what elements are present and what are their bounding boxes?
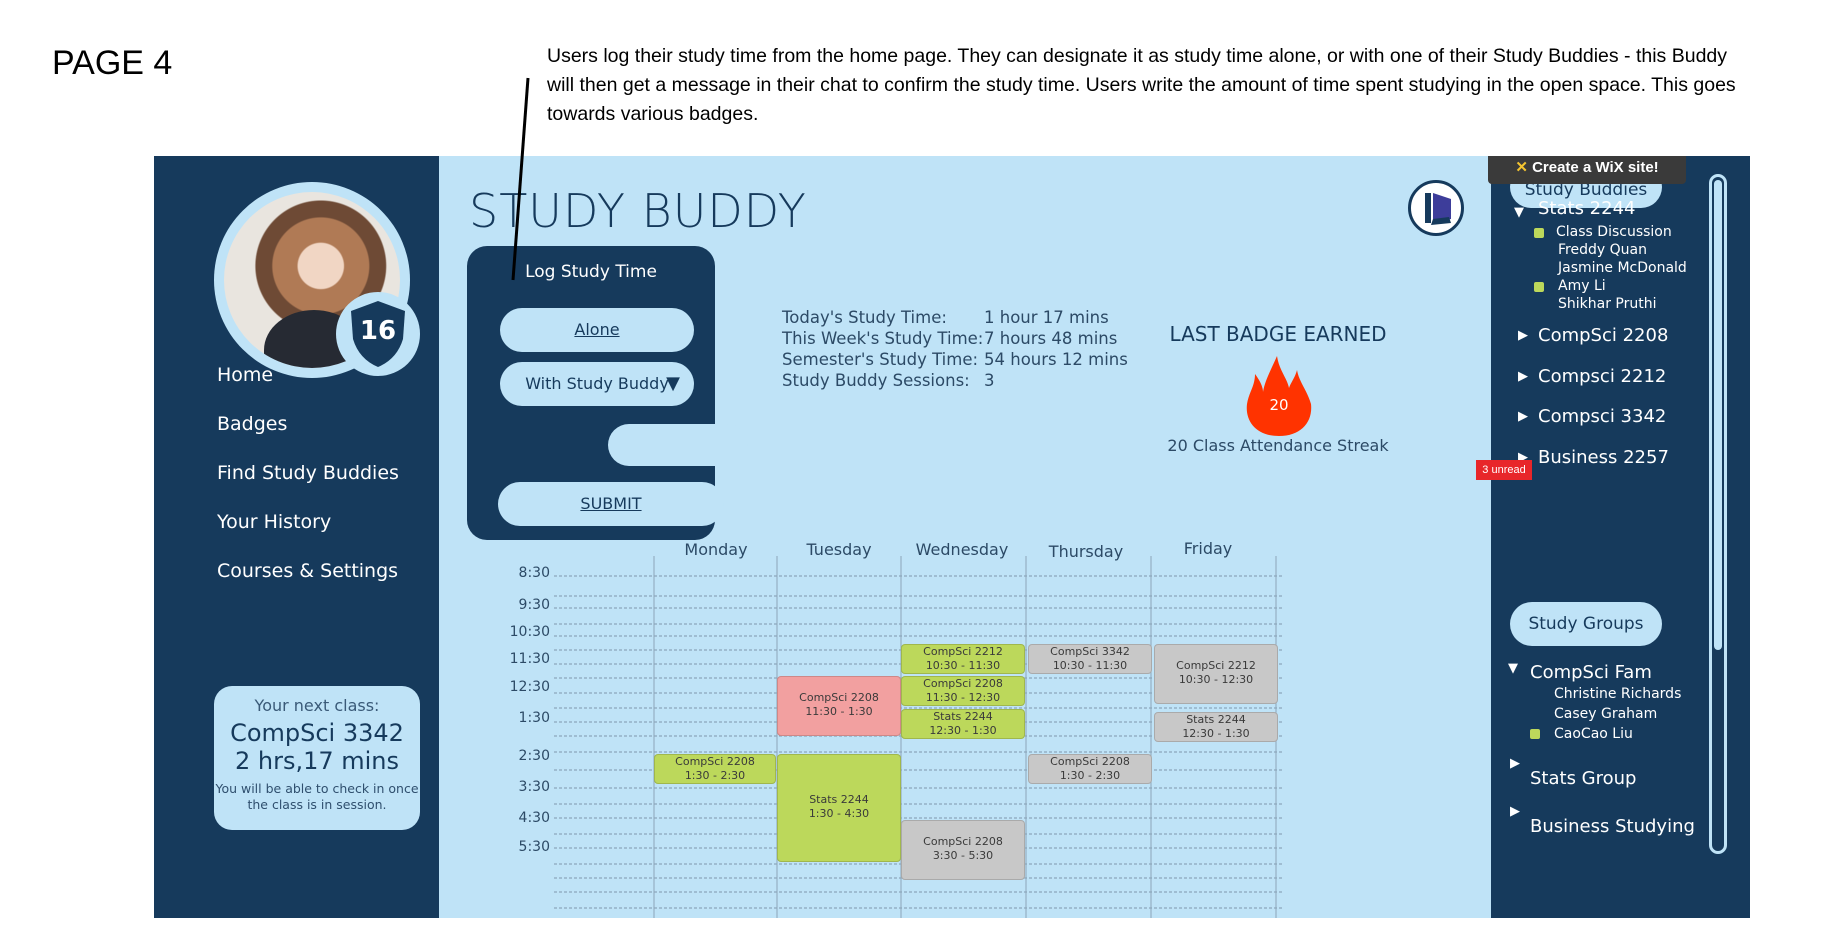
submit-button[interactable]: SUBMIT [498, 482, 724, 526]
group-member[interactable]: Casey Graham [1554, 706, 1657, 722]
x-icon: ✕ [1515, 159, 1533, 176]
caret-down-icon[interactable]: ▼ [1508, 661, 1518, 676]
buddy-group-compsci-2212[interactable]: Compsci 2212 [1538, 366, 1666, 387]
buddy-group-compsci-2208[interactable]: CompSci 2208 [1538, 325, 1668, 346]
time-label: 1:30 [518, 710, 550, 726]
calendar-event[interactable]: Stats 2244 1:30 - 4:30 [777, 754, 901, 862]
study-time-input[interactable] [608, 424, 748, 466]
badge-heading: LAST BADGE EARNED [1169, 322, 1387, 346]
time-label: 10:30 [509, 624, 550, 640]
buddy-group-compsci-3342[interactable]: Compsci 3342 [1538, 406, 1666, 427]
stat-value: 3 [984, 371, 995, 390]
stat-label: Study Buddy Sessions: [782, 371, 970, 390]
online-dot [1534, 282, 1544, 292]
calendar-event[interactable]: CompSci 2212 10:30 - 12:30 [1154, 644, 1278, 704]
calendar-event[interactable]: CompSci 2208 3:30 - 5:30 [901, 820, 1025, 880]
caret-down-icon[interactable]: ▼ [1514, 205, 1524, 220]
caret-right-icon[interactable]: ▶ [1510, 804, 1520, 819]
scrollbar-thumb[interactable] [1714, 180, 1722, 650]
day-label: Wednesday [915, 540, 1009, 559]
time-label: 12:30 [509, 679, 550, 695]
buddy-member[interactable]: Amy Li [1558, 278, 1606, 294]
day-label: Friday [1183, 539, 1233, 558]
calendar-event[interactable]: CompSci 2208 11:30 - 1:30 [777, 676, 901, 736]
page-label: PAGE 4 [52, 44, 173, 82]
buddy-member[interactable]: Class Discussion [1556, 224, 1672, 240]
calendar-event[interactable]: CompSci 2208 11:30 - 12:30 [901, 676, 1025, 706]
time-label: 4:30 [518, 810, 550, 826]
online-dot [1534, 228, 1544, 238]
study-group-compsci-fam[interactable]: CompSci Fam [1530, 662, 1652, 683]
app-window: 16 Home Badges Find Study Buddies Your H… [154, 156, 1750, 918]
buddy-member[interactable]: Jasmine McDonald [1558, 260, 1687, 276]
group-member[interactable]: CaoCao Liu [1554, 726, 1633, 742]
calendar-event[interactable]: CompSci 2208 1:30 - 2:30 [654, 754, 776, 784]
study-group-stats-group[interactable]: Stats Group [1530, 768, 1636, 789]
day-label: Monday [684, 540, 748, 559]
stat-value: 1 hour 17 mins [984, 308, 1109, 327]
calendar-event[interactable]: Stats 2244 12:30 - 1:30 [901, 709, 1025, 739]
time-label: 8:30 [518, 565, 550, 581]
stat-value: 54 hours 12 mins [984, 350, 1128, 369]
flame-icon[interactable] [1241, 352, 1317, 438]
calendar-event[interactable]: CompSci 3342 10:30 - 11:30 [1028, 644, 1152, 674]
wix-banner-label: Create a WiX site! [1532, 159, 1659, 176]
caret-right-icon[interactable]: ▶ [1510, 756, 1520, 771]
with-study-buddy-dropdown[interactable]: With Study Buddy ▼ [500, 362, 694, 406]
time-label: 5:30 [518, 839, 550, 855]
dropdown-label: With Study Buddy [525, 374, 669, 393]
buddy-member[interactable]: Freddy Quan [1558, 242, 1647, 258]
time-label: 9:30 [518, 597, 550, 613]
stat-label: This Week's Study Time: [782, 329, 984, 348]
stat-label: Semester's Study Time: [782, 350, 979, 369]
calendar-event[interactable]: Stats 2244 12:30 - 1:30 [1154, 712, 1278, 742]
day-label: Tuesday [806, 540, 872, 559]
day-label: Thursday [1048, 542, 1124, 561]
study-group-business-studying[interactable]: Business Studying [1530, 816, 1695, 837]
chevron-down-icon: ▼ [666, 373, 680, 394]
buddy-group-stats-2244[interactable]: Stats 2244 [1538, 198, 1635, 219]
badge-name: 20 Class Attendance Streak [1167, 436, 1389, 455]
study-groups-button[interactable]: Study Groups [1510, 602, 1662, 646]
group-member[interactable]: Christine Richards [1554, 686, 1681, 702]
buddy-member[interactable]: Shikhar Pruthi [1558, 296, 1657, 312]
calendar-event[interactable]: CompSci 2212 10:30 - 11:30 [901, 644, 1025, 674]
caret-right-icon[interactable]: ▶ [1518, 328, 1528, 343]
stat-label: Today's Study Time: [782, 308, 947, 327]
wix-banner[interactable]: ✕ Create a WiX site! [1488, 156, 1686, 184]
time-label: 11:30 [509, 651, 550, 667]
time-label: 3:30 [518, 779, 550, 795]
unread-badge: 3 unread [1476, 460, 1532, 480]
alone-button[interactable]: Alone [500, 308, 694, 352]
stat-value: 7 hours 48 mins [984, 329, 1118, 348]
time-label: 2:30 [518, 748, 550, 764]
calendar-event[interactable]: CompSci 2208 1:30 - 2:30 [1028, 754, 1152, 784]
caret-right-icon[interactable]: ▶ [1518, 409, 1528, 424]
online-dot [1530, 729, 1540, 739]
annotation-note: Users log their study time from the home… [547, 45, 1736, 125]
buddy-group-business-2257[interactable]: Business 2257 [1538, 447, 1669, 468]
caret-right-icon[interactable]: ▶ [1518, 369, 1528, 384]
badge-number: 20 [1269, 396, 1289, 414]
log-study-title: Log Study Time [525, 262, 657, 282]
